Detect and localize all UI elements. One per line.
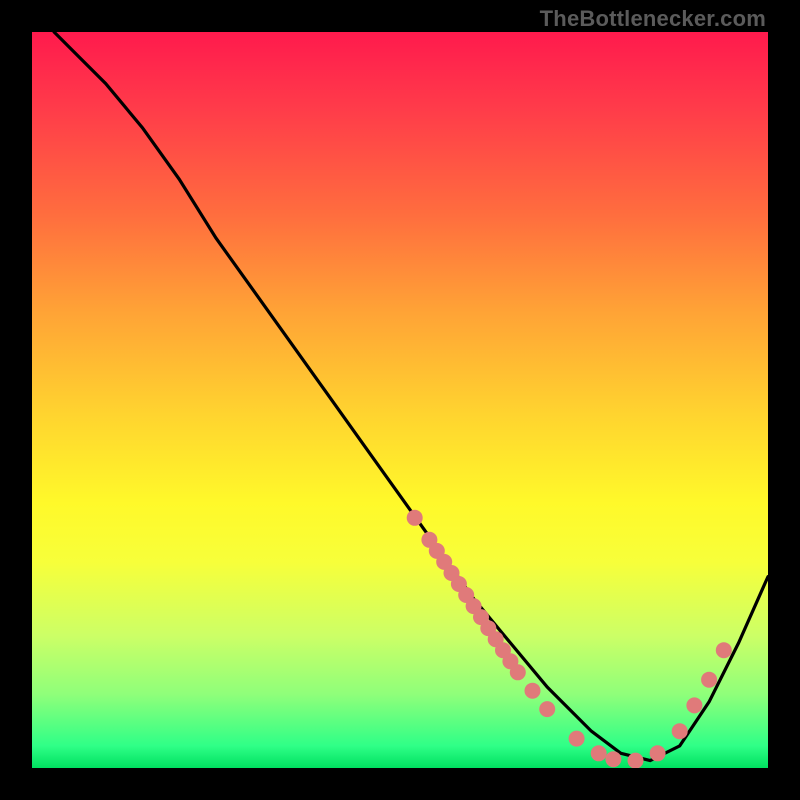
chart-marker xyxy=(716,642,732,658)
chart-marker xyxy=(569,731,585,747)
chart-plot-area xyxy=(32,32,768,768)
chart-marker xyxy=(407,510,423,526)
chart-svg xyxy=(32,32,768,768)
chart-marker xyxy=(650,745,666,761)
chart-marker xyxy=(605,751,621,767)
chart-marker xyxy=(510,664,526,680)
chart-markers xyxy=(407,510,732,768)
watermark-text: TheBottlenecker.com xyxy=(540,6,766,32)
chart-marker xyxy=(701,672,717,688)
chart-marker xyxy=(525,683,541,699)
chart-marker xyxy=(628,753,644,768)
chart-marker xyxy=(672,723,688,739)
chart-curve xyxy=(54,32,768,761)
chart-marker xyxy=(686,697,702,713)
chart-marker xyxy=(539,701,555,717)
chart-marker xyxy=(591,745,607,761)
